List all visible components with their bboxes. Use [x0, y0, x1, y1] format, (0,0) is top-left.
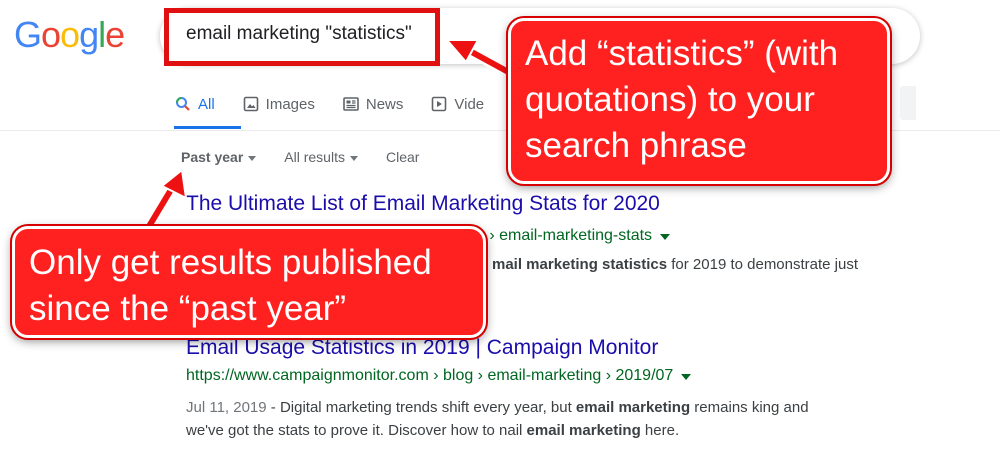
- results-filter-dropdown[interactable]: All results: [284, 149, 358, 165]
- results-filter-label: All results: [284, 149, 345, 165]
- active-tab-indicator: [174, 126, 241, 129]
- logo-letter: o: [41, 14, 61, 55]
- result-title-link[interactable]: Email Usage Statistics in 2019 | Campaig…: [186, 336, 658, 360]
- snippet-text: for 2019 to demonstrate just: [667, 256, 859, 273]
- tab-images[interactable]: Images: [243, 88, 315, 120]
- tab-label: Images: [265, 95, 315, 113]
- arrow-to-past-year: [142, 168, 188, 234]
- tools-button[interactable]: [900, 86, 916, 120]
- callout-line: Add “statistics” (with: [525, 34, 839, 73]
- result-title-link[interactable]: The Ultimate List of Email Marketing Sta…: [186, 192, 660, 216]
- snippet-bold: mail marketing statistics: [492, 256, 668, 273]
- google-logo[interactable]: Google: [14, 14, 125, 56]
- callout-statistics: Add “statistics” (with quotations) to yo…: [506, 16, 892, 186]
- tab-news[interactable]: News: [343, 88, 404, 120]
- result-date: Jul 11, 2019: [186, 399, 267, 416]
- search-result: The Ultimate List of Email Marketing Sta…: [186, 192, 660, 216]
- caret-down-icon[interactable]: [681, 374, 692, 380]
- search-tabs: All Images News Vide: [175, 88, 512, 130]
- logo-letter: g: [79, 14, 99, 55]
- callout-line: Only get results published: [29, 243, 432, 282]
- search-tools: Past year All results Clear: [181, 149, 447, 165]
- time-filter-label: Past year: [181, 149, 244, 165]
- time-filter-dropdown[interactable]: Past year: [181, 149, 257, 165]
- callout-line: since the “past year”: [29, 289, 347, 328]
- result-url-row: https://www.campaignmonitor.com › blog ›…: [186, 367, 692, 385]
- snippet-text: here.: [640, 422, 680, 439]
- snippet-text: remains king and: [690, 399, 809, 416]
- result-url-row: g › email-marketing-stats: [476, 227, 671, 245]
- search-result: Email Usage Statistics in 2019 | Campaig…: [186, 336, 658, 360]
- tab-label: News: [365, 95, 404, 113]
- result-snippet: Jul 11, 2019 - Digital marketing trends …: [186, 396, 809, 442]
- tab-all[interactable]: All: [175, 88, 215, 120]
- callout-line: search phrase: [525, 126, 747, 165]
- snippet-bold: email marketing: [526, 422, 641, 439]
- snippet-text: we've got the stats to prove it. Discove…: [186, 422, 527, 439]
- news-icon: [343, 96, 359, 112]
- caret-down-icon: [349, 155, 358, 161]
- result-url[interactable]: https://www.campaignmonitor.com › blog ›…: [186, 367, 673, 385]
- clear-button[interactable]: Clear: [386, 149, 419, 165]
- logo-letter: G: [14, 14, 42, 55]
- caret-down-icon[interactable]: [660, 234, 671, 240]
- logo-letter: l: [98, 14, 106, 55]
- tab-label: Vide: [454, 95, 485, 113]
- callout-past-year: Only get results published since the “pa…: [10, 224, 488, 340]
- search-input[interactable]: email marketing "statistics": [186, 23, 412, 45]
- image-icon: [243, 96, 259, 112]
- tab-label: All: [198, 95, 215, 113]
- snippet-bold: email marketing: [575, 399, 691, 416]
- tab-videos[interactable]: Vide: [431, 88, 484, 120]
- video-icon: [431, 96, 447, 112]
- result-url[interactable]: g › email-marketing-stats: [476, 227, 652, 245]
- logo-letter: e: [105, 14, 125, 55]
- snippet-text: - Digital marketing trends shift every y…: [266, 399, 576, 416]
- clear-label: Clear: [385, 149, 420, 165]
- search-icon: [175, 96, 191, 112]
- result-snippet: mail marketing statistics for 2019 to de…: [492, 253, 858, 276]
- callout-line: quotations) to your: [525, 80, 815, 119]
- caret-down-icon: [248, 155, 257, 161]
- logo-letter: o: [60, 14, 80, 55]
